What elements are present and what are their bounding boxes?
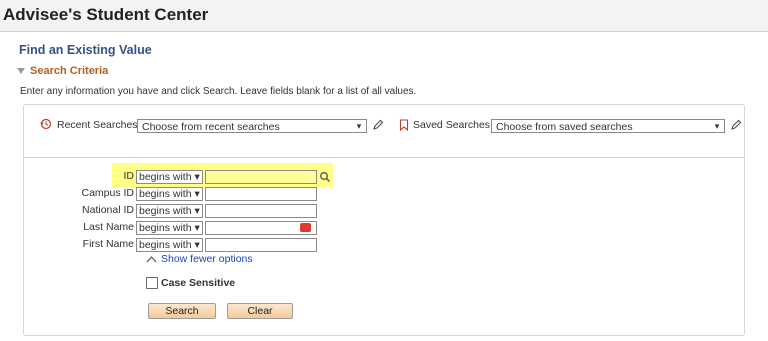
first-name-label: First Name xyxy=(82,238,134,250)
recent-searches-value: Choose from recent searches xyxy=(142,121,280,133)
bookmark-icon xyxy=(399,119,409,131)
national-id-input[interactable] xyxy=(205,204,317,218)
first-name-input[interactable] xyxy=(205,238,317,252)
search-icon[interactable] xyxy=(319,171,331,183)
saved-searches-label: Saved Searches xyxy=(413,119,491,131)
chevron-down-icon: ▾ xyxy=(356,121,362,131)
search-criteria-label: Search Criteria xyxy=(30,65,109,77)
field-row-campus-id: Campus ID begins with ▾ xyxy=(0,187,768,201)
chevron-down-icon: ▾ xyxy=(191,222,200,234)
search-panel: Recent Searches Choose from recent searc… xyxy=(23,104,745,336)
id-operator-select[interactable]: begins with ▾ xyxy=(136,170,203,184)
field-row-national-id: National ID begins with ▾ xyxy=(0,204,768,218)
chevron-down-icon: ▾ xyxy=(714,121,720,131)
case-sensitive-option[interactable]: Case Sensitive xyxy=(146,277,235,289)
campus-id-operator-value: begins with xyxy=(139,188,192,200)
chevron-up-icon xyxy=(146,256,157,263)
saved-searches-value: Choose from saved searches xyxy=(496,121,633,133)
chevron-down-icon: ▾ xyxy=(191,171,200,183)
national-id-operator-value: begins with xyxy=(139,205,192,217)
show-fewer-options-label: Show fewer options xyxy=(161,253,253,265)
id-label: ID xyxy=(123,170,135,182)
last-name-operator-value: begins with xyxy=(139,222,192,234)
instructions-text: Enter any information you have and click… xyxy=(20,86,417,97)
history-icon xyxy=(40,118,52,130)
autofill-icon[interactable] xyxy=(300,223,311,232)
chevron-down-icon: ▾ xyxy=(191,205,200,217)
chevron-down-icon: ▾ xyxy=(191,239,200,251)
panel-divider xyxy=(24,157,744,158)
first-name-operator-select[interactable]: begins with ▾ xyxy=(136,238,203,252)
last-name-label: Last Name xyxy=(83,221,134,233)
collapse-triangle-icon xyxy=(17,68,25,74)
chevron-down-icon: ▾ xyxy=(191,188,200,200)
field-row-first-name: First Name begins with ▾ xyxy=(0,238,768,252)
id-operator-value: begins with xyxy=(139,171,192,183)
saved-searches-select[interactable]: Choose from saved searches ▾ xyxy=(491,119,725,133)
clear-button[interactable]: Clear xyxy=(227,303,293,319)
national-id-operator-select[interactable]: begins with ▾ xyxy=(136,204,203,218)
page-title: Advisee's Student Center xyxy=(3,5,209,24)
recent-searches-select[interactable]: Choose from recent searches ▾ xyxy=(137,119,367,133)
campus-id-label: Campus ID xyxy=(81,187,134,199)
last-name-operator-select[interactable]: begins with ▾ xyxy=(136,221,203,235)
field-row-id: ID begins with ▾ xyxy=(0,170,768,184)
show-fewer-options-link[interactable]: Show fewer options xyxy=(146,253,253,265)
edit-recent-pencil-icon[interactable] xyxy=(372,119,384,131)
campus-id-input[interactable] xyxy=(205,187,317,201)
field-row-last-name: Last Name begins with ▾ xyxy=(0,221,768,235)
campus-id-operator-select[interactable]: begins with ▾ xyxy=(136,187,203,201)
recent-searches-label: Recent Searches xyxy=(57,119,138,131)
search-button[interactable]: Search xyxy=(148,303,216,319)
case-sensitive-label: Case Sensitive xyxy=(161,277,236,289)
case-sensitive-checkbox[interactable] xyxy=(146,277,158,289)
first-name-operator-value: begins with xyxy=(139,239,192,251)
national-id-label: National ID xyxy=(82,204,134,216)
search-criteria-toggle[interactable]: Search Criteria xyxy=(17,65,108,77)
id-input[interactable] xyxy=(205,170,317,184)
find-existing-value-title: Find an Existing Value xyxy=(19,43,152,57)
page-header: Advisee's Student Center xyxy=(0,0,768,32)
edit-saved-pencil-icon[interactable] xyxy=(730,119,742,131)
